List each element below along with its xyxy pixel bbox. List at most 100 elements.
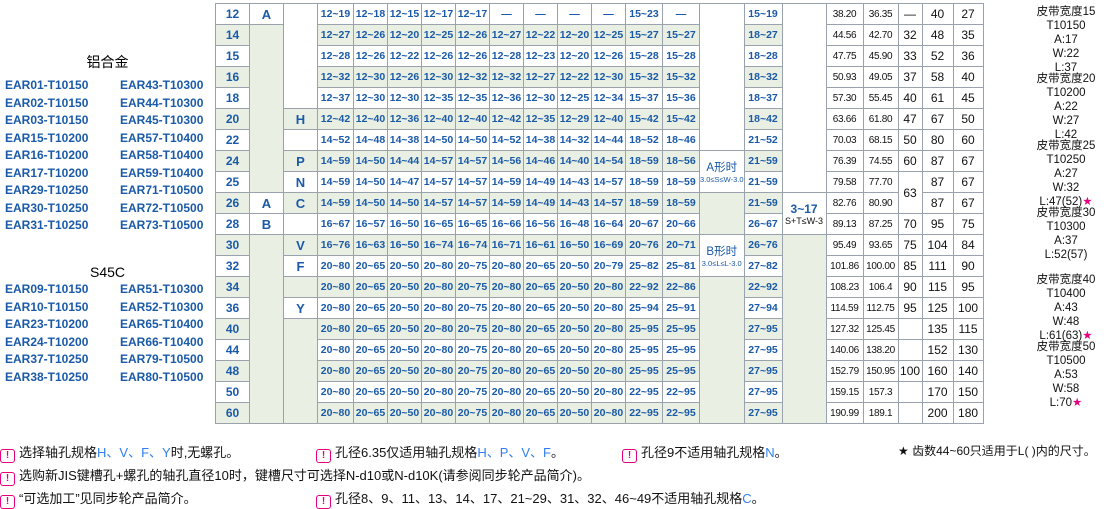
bore-range: 20~80 [421, 318, 456, 340]
hub-diameter: 33 [897, 45, 923, 67]
bore-range: 22~92 [625, 276, 663, 298]
bore-range: 20~50 [387, 297, 422, 319]
bore-range: 20~65 [353, 255, 388, 277]
spec-row: 22 14~52 14~48 14~38 14~50 14~50 14~52 14~38 14~… [215, 129, 984, 151]
hole-spec-letter: Y [283, 297, 318, 319]
part-number: EAR16-T10200 [5, 148, 89, 162]
hub-diameter: 40 [897, 87, 923, 109]
bore-range: 16~50 [387, 234, 422, 256]
pitch-diameter: 140.06 [825, 339, 864, 361]
bore-range: 20~80 [591, 381, 626, 403]
hub-diameter: 60 [897, 150, 923, 172]
pitch-diameter: 114.59 [825, 297, 864, 319]
belt-spec-line: A:27 [1054, 168, 1078, 180]
bore-range: 18~59 [625, 150, 663, 172]
bore-range: 12~28 [317, 45, 354, 67]
bore-range: 12~35 [455, 87, 490, 109]
bore-range: 12~36 [387, 108, 422, 130]
bore-range: 16~57 [353, 213, 388, 235]
bore-range: 20~80 [317, 360, 354, 382]
spec-row: 44 20~80 20~65 20~50 20~80 20~75 20~80 20~65 20~… [215, 339, 984, 361]
bore-range: 15~27 [625, 24, 663, 46]
pitch-diameter: 63.66 [825, 108, 864, 130]
footnote-3: ! 孔径9不适用轴孔规格N。 [622, 442, 788, 463]
belt-spec-line: W:48 [1052, 316, 1080, 328]
bore-range: 14~49 [523, 192, 558, 214]
bore-diameter: 150 [952, 381, 984, 403]
bore-range: 20~65 [523, 276, 558, 298]
spec-row: 34 20~80 20~65 20~50 20~80 20~75 20~80 20~65 20~… [215, 276, 984, 424]
bore-range: 20~50 [387, 360, 422, 382]
spec-row: 32 F 20~80 20~65 20~50 20~80 20~75 20~80 20~65 20… [215, 255, 984, 277]
bore-range: 20~50 [387, 255, 422, 277]
bore-range: 25~91 [662, 297, 700, 319]
bore-range: 14~59 [317, 171, 354, 193]
belt-spec-line: 皮带宽度40 [1036, 274, 1096, 286]
belt-spec-line: 皮带宽度20 [1036, 73, 1096, 85]
hole-blank [283, 3, 318, 109]
bore-range: 20~75 [455, 276, 490, 298]
belt-spec: 皮带宽度15 T10150 A:17 W:22 L:37 [1022, 5, 1110, 74]
bore-range: 20~66 [662, 213, 700, 235]
bore-range: 20~80 [489, 318, 524, 340]
bore-range: 18~52 [625, 129, 663, 151]
bore-range: 20~80 [421, 381, 456, 403]
bore-range: 12~40 [421, 108, 456, 130]
outer-diameter: 100.00 [862, 255, 899, 277]
bore-range: 12~27 [317, 24, 354, 46]
bore-range: 14~50 [421, 129, 456, 151]
bore-range: — [489, 3, 524, 25]
part-number: EAR51-T10300 [120, 282, 204, 296]
bore-range: 15~23 [625, 3, 663, 25]
belt-spec-line: T10200 [1046, 87, 1086, 99]
bore-range: 20~50 [557, 402, 592, 424]
bore-range: 14~50 [353, 171, 388, 193]
bore-range: 15~42 [625, 108, 663, 130]
bore-range: 12~32 [317, 66, 354, 88]
spec-row: 40 20~80 20~65 20~50 20~80 20~75 20~80 20~65 20~… [215, 318, 984, 424]
bore-range: 20~75 [455, 381, 490, 403]
flange-diameter: 170 [921, 381, 954, 403]
bore-range: 15~28 [662, 45, 700, 67]
bore-range: 22~95 [625, 381, 663, 403]
bore-range: 15~19 [743, 3, 783, 25]
bore-range: 20~80 [421, 360, 456, 382]
bore-range: 20~80 [421, 276, 456, 298]
bore-range: 20~65 [353, 339, 388, 361]
bore-range: 20~65 [523, 297, 558, 319]
bore-diameter: 95 [952, 276, 984, 298]
bore-range: 12~20 [387, 24, 422, 46]
bore-diameter: 67 [952, 171, 984, 193]
outer-diameter: 74.55 [862, 150, 899, 172]
bore-range: 26~67 [743, 213, 783, 235]
bore-range: 15~28 [625, 45, 663, 67]
hub-diameter: 85 [897, 255, 923, 277]
pitch-diameter: 47.75 [825, 45, 864, 67]
bore-range: 12~20 [557, 24, 592, 46]
bore-range: 20~65 [523, 339, 558, 361]
belt-spec-line: A:17 [1054, 34, 1078, 46]
bore-range: 20~80 [317, 402, 354, 424]
bore-range: 20~75 [455, 297, 490, 319]
outer-diameter: 150.95 [862, 360, 899, 382]
bore-range: 14~50 [353, 150, 388, 172]
bore-range: 20~80 [421, 339, 456, 361]
bore-range: 22~95 [662, 402, 700, 424]
belt-spec-column: 皮带宽度15 T10150 A:17 W:22 L:37 皮带宽度20 T10200 A:22… [1022, 5, 1110, 409]
flange-diameter: 48 [921, 24, 954, 46]
bore-range: 14~57 [421, 150, 456, 172]
bore-range: 15~27 [662, 24, 700, 46]
part-number: EAR15-T10200 [5, 130, 89, 145]
pitch-diameter: 159.15 [825, 381, 864, 403]
spec-row: 60 20~80 20~65 20~50 20~80 20~75 20~80 20~65 20~… [215, 402, 984, 424]
bore-range: 14~52 [317, 129, 354, 151]
bore-range: 20~80 [489, 255, 524, 277]
teeth-count: 14 [215, 24, 250, 46]
shape-note-blank [699, 192, 745, 235]
s-range-blank [781, 3, 827, 193]
bore-range: 14~57 [455, 150, 490, 172]
hub-diameter: 75 [897, 234, 923, 256]
teeth-count: 36 [215, 297, 250, 319]
hub-diameter [897, 402, 923, 424]
hub-diameter: — [897, 3, 923, 25]
